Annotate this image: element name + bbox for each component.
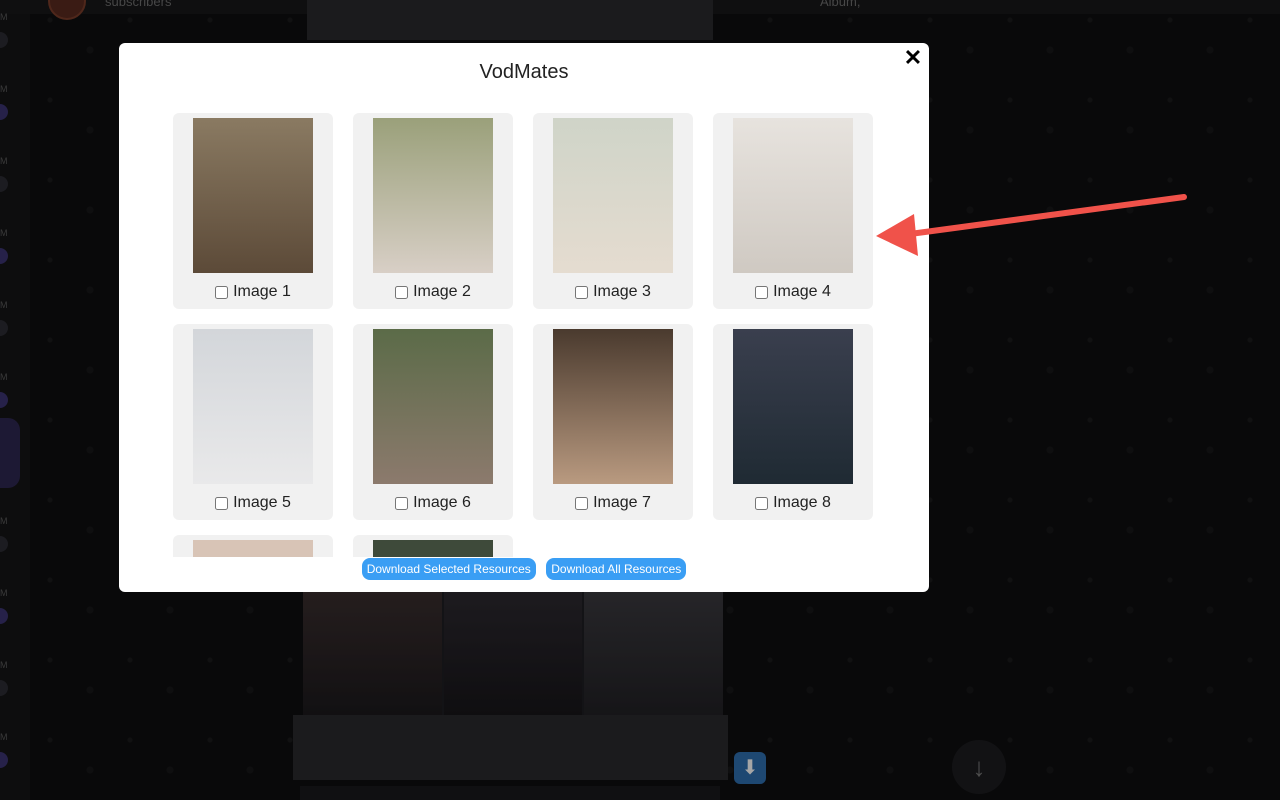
image-select-checkbox[interactable] (575, 285, 589, 299)
image-select-checkbox[interactable] (575, 496, 589, 510)
image-thumbnail[interactable] (193, 329, 313, 484)
image-label: Image 6 (413, 494, 471, 511)
download-actions: Download Selected Resources Download All… (119, 558, 929, 580)
image-thumbnail[interactable] (733, 329, 853, 484)
image-label: Image 8 (773, 494, 831, 511)
image-card[interactable]: Image 6 (353, 324, 513, 520)
image-card[interactable]: Image 4 (713, 113, 873, 309)
image-label: Image 1 (233, 283, 291, 300)
image-thumbnail[interactable] (373, 118, 493, 273)
image-caption[interactable]: Image 4 (713, 283, 873, 301)
image-select-checkbox[interactable] (215, 285, 229, 299)
image-card[interactable]: Image 5 (173, 324, 333, 520)
image-card[interactable]: Image 7 (533, 324, 693, 520)
image-caption[interactable]: Image 3 (533, 283, 693, 301)
image-thumbnail[interactable] (553, 118, 673, 273)
image-card[interactable]: Image 9 (173, 535, 333, 557)
image-label: Image 3 (593, 283, 651, 300)
image-card[interactable]: Image 10 (353, 535, 513, 557)
image-thumbnail[interactable] (193, 540, 313, 557)
image-caption[interactable]: Image 6 (353, 494, 513, 512)
dialog-title: VodMates (479, 61, 569, 83)
image-select-checkbox[interactable] (755, 285, 769, 299)
image-caption[interactable]: Image 2 (353, 283, 513, 301)
download-selected-button[interactable]: Download Selected Resources (361, 558, 536, 580)
image-select-checkbox[interactable] (755, 496, 769, 510)
image-thumbnail[interactable] (733, 118, 853, 273)
image-thumbnail[interactable] (193, 118, 313, 273)
image-caption[interactable]: Image 1 (173, 283, 333, 301)
image-card[interactable]: Image 8 (713, 324, 873, 520)
image-caption[interactable]: Image 7 (533, 494, 693, 512)
image-select-checkbox[interactable] (215, 496, 229, 510)
image-grid[interactable]: Image 1 Image 2 Image 3 Image 4 Image 5 Image… (173, 113, 875, 557)
download-all-button[interactable]: Download All Resources (546, 558, 687, 580)
image-thumbnail[interactable] (553, 329, 673, 484)
image-label: Image 2 (413, 283, 471, 300)
red-arrow-icon (876, 194, 1187, 256)
close-icon[interactable]: ✕ (902, 47, 924, 69)
image-thumbnail[interactable] (373, 329, 493, 484)
image-caption[interactable]: Image 5 (173, 494, 333, 512)
image-thumbnail[interactable] (373, 540, 493, 557)
image-label: Image 7 (593, 494, 651, 511)
image-card[interactable]: Image 2 (353, 113, 513, 309)
vodmates-dialog: VodMates ✕ Image 1 Image 2 Image 3 Image 4I… (119, 43, 929, 592)
image-select-checkbox[interactable] (395, 285, 409, 299)
image-card[interactable]: Image 3 (533, 113, 693, 309)
image-label: Image 4 (773, 283, 831, 300)
image-card[interactable]: Image 1 (173, 113, 333, 309)
image-caption[interactable]: Image 8 (713, 494, 873, 512)
image-select-checkbox[interactable] (395, 496, 409, 510)
image-label: Image 5 (233, 494, 291, 511)
